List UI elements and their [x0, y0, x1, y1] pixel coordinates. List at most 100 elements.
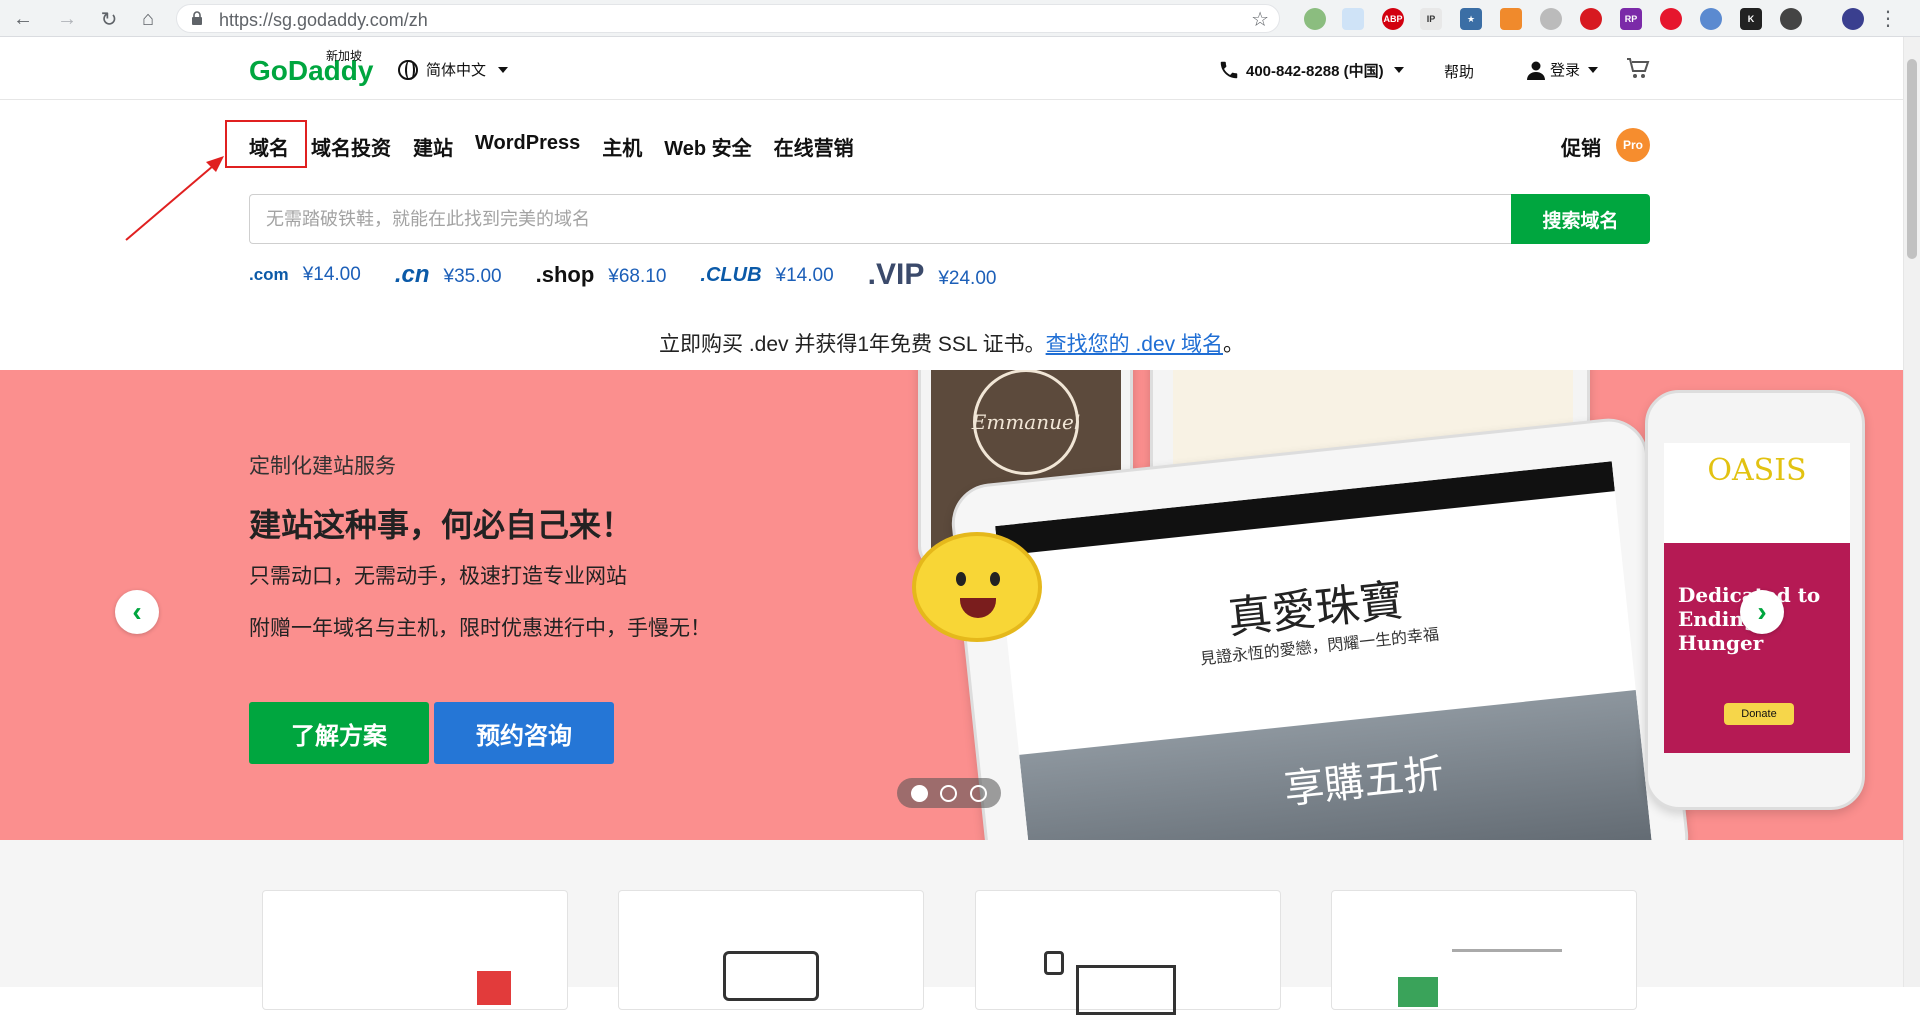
menu-icon[interactable]: ⋮: [1878, 6, 1898, 31]
address-bar[interactable]: https://sg.godaddy.com/zh ☆: [176, 4, 1280, 33]
tld-item[interactable]: .shop ¥68.10: [536, 262, 667, 288]
extension-icon[interactable]: [1304, 8, 1326, 30]
star-extension-icon[interactable]: ★: [1460, 8, 1482, 30]
main-nav: 域名 域名投资 建站 WordPress 主机 Web 安全 在线营销: [249, 132, 854, 161]
nav-hosting[interactable]: 主机: [602, 132, 642, 161]
language-label: 简体中文: [426, 62, 487, 79]
mascot-eye: [956, 572, 966, 586]
nav-domain-investing[interactable]: 域名投资: [311, 132, 391, 161]
globe-icon: [398, 59, 418, 80]
login-menu[interactable]: 登录: [1526, 59, 1599, 80]
help-link[interactable]: 帮助: [1444, 61, 1474, 82]
carousel-indicators: [897, 778, 1001, 808]
mascot-face: [912, 532, 1042, 642]
dev-promo-link[interactable]: 查找您的 .dev 域名: [1046, 333, 1223, 356]
dev-promo-suffix: 。: [1223, 333, 1244, 356]
back-icon[interactable]: ←: [10, 6, 36, 32]
scrollbar-thumb[interactable]: [1907, 59, 1917, 259]
login-label: 登录: [1550, 62, 1581, 79]
app-badge-icon: [477, 971, 511, 1005]
url-text: https://sg.godaddy.com/zh: [219, 10, 428, 30]
highlight-annotation: [225, 120, 307, 168]
tld-item[interactable]: .VIP ¥24.00: [868, 258, 997, 292]
metamask-icon[interactable]: [1500, 8, 1522, 30]
coffee-brand: Emmanuel: [972, 370, 1080, 475]
domain-search-input[interactable]: [249, 194, 1511, 244]
carousel-dot[interactable]: [969, 784, 987, 802]
profile-icon[interactable]: [1842, 8, 1864, 30]
user-icon: [1527, 61, 1545, 80]
product-card-hosting[interactable]: [618, 890, 924, 1010]
forward-icon[interactable]: →: [54, 6, 80, 32]
lock-icon: [192, 11, 202, 25]
dev-promo-text: 立即购买 .dev 并获得1年免费 SSL 证书。: [659, 333, 1046, 356]
carousel-prev-icon[interactable]: ‹: [115, 590, 159, 634]
adblock-icon[interactable]: ABP: [1382, 8, 1404, 30]
product-card-security[interactable]: [975, 890, 1281, 1015]
hero-carousel: 定制化建站服务 建站这种事，何必自己来！ 只需动口，无需动手，极速打造专业网站 …: [0, 370, 1903, 840]
reload-icon[interactable]: ↻: [96, 6, 122, 32]
product-card-app[interactable]: [262, 890, 568, 1010]
language-selector[interactable]: 简体中文: [398, 59, 509, 80]
logo-region: 新加坡: [326, 49, 363, 63]
tld-item[interactable]: .com ¥14.00: [249, 264, 361, 286]
tld-logo: .com: [249, 265, 289, 284]
tld-price: ¥14.00: [775, 264, 834, 286]
aperture-icon[interactable]: [1780, 8, 1802, 30]
tld-item[interactable]: .cn ¥35.00: [395, 261, 502, 289]
nav-web-security[interactable]: Web 安全: [664, 132, 751, 161]
learn-plans-button[interactable]: 了解方案: [249, 702, 429, 764]
main-tablet: 真愛珠寶 見證永恆的愛戀，閃耀一生的幸福 享購五折: [947, 414, 1693, 840]
dev-text-icon: [1452, 949, 1562, 989]
tablet-banner: 享購五折: [1281, 750, 1446, 814]
home-icon[interactable]: ⌂: [135, 6, 161, 32]
ip-extension-icon[interactable]: IP: [1420, 8, 1442, 30]
product-card-dev[interactable]: [1331, 890, 1637, 1010]
lock-icon: [1044, 951, 1064, 975]
rp-extension-icon[interactable]: RP: [1620, 8, 1642, 30]
k-extension-icon[interactable]: K: [1740, 8, 1762, 30]
chevron-down-icon: [1588, 66, 1599, 73]
nav-websites[interactable]: 建站: [413, 132, 453, 161]
chevron-down-icon: [498, 66, 509, 73]
nav-online-marketing[interactable]: 在线营销: [774, 132, 854, 161]
product-cards-section: [0, 840, 1903, 1015]
redirect-icon[interactable]: [1580, 8, 1602, 30]
mascot-mouth: [960, 598, 996, 618]
bookmark-star-icon[interactable]: ☆: [1251, 7, 1269, 32]
carousel-dot[interactable]: [911, 784, 929, 802]
phone-selector[interactable]: 400-842-8288 (中国): [1218, 59, 1404, 81]
cart-icon[interactable]: [1626, 57, 1650, 85]
parachute-icon[interactable]: [1540, 8, 1562, 30]
pro-badge[interactable]: Pro: [1616, 128, 1650, 162]
utility-bar: GoDaddy 新加坡 简体中文 400-842-8288 (中国) 帮助 登录: [0, 37, 1903, 100]
tld-logo: .VIP: [867, 258, 925, 291]
tablet-navbar: [995, 461, 1615, 556]
blue-extension-icon[interactable]: [1700, 8, 1722, 30]
phone-donate-button: Donate: [1724, 703, 1794, 725]
carousel-dot[interactable]: [940, 784, 958, 802]
page-scrollbar[interactable]: [1903, 37, 1920, 987]
tld-price-list: .com ¥14.00 .cn ¥35.00 .shop ¥68.10 .CLU…: [249, 258, 1030, 292]
hero-subtitle: 定制化建站服务: [249, 455, 396, 478]
tld-logo: .CLUB: [700, 263, 762, 286]
tld-logo: .cn: [394, 261, 430, 288]
tablet-snow-image: 享購五折: [1019, 690, 1654, 840]
book-consultation-button[interactable]: 预约咨询: [434, 702, 614, 764]
nav-promotions[interactable]: 促销: [1561, 132, 1601, 161]
phone-brand: OASIS: [1707, 453, 1807, 488]
server-icon: [723, 951, 819, 1001]
carousel-next-icon[interactable]: ›: [1740, 590, 1784, 634]
cloud-extension-icon[interactable]: [1342, 8, 1364, 30]
phone-hero: Dedicated to Ending Hunger Donate: [1664, 543, 1850, 753]
phone-number: 400-842-8288 (中国): [1246, 62, 1384, 80]
nav-wordpress[interactable]: WordPress: [475, 132, 580, 161]
dev-logo-icon: [1398, 977, 1438, 1007]
annotation-arrow: [125, 156, 224, 241]
hero-description-2: 附赠一年域名与主机，限时优惠进行中，手慢无！: [249, 617, 711, 640]
weibo-icon[interactable]: [1660, 8, 1682, 30]
search-domain-button[interactable]: 搜索域名: [1511, 194, 1650, 244]
main-tablet-screen: 真愛珠寶 見證永恆的愛戀，閃耀一生的幸福 享購五折: [995, 461, 1654, 840]
chevron-down-icon: [1393, 67, 1404, 73]
tld-item[interactable]: .CLUB ¥14.00: [700, 264, 833, 287]
